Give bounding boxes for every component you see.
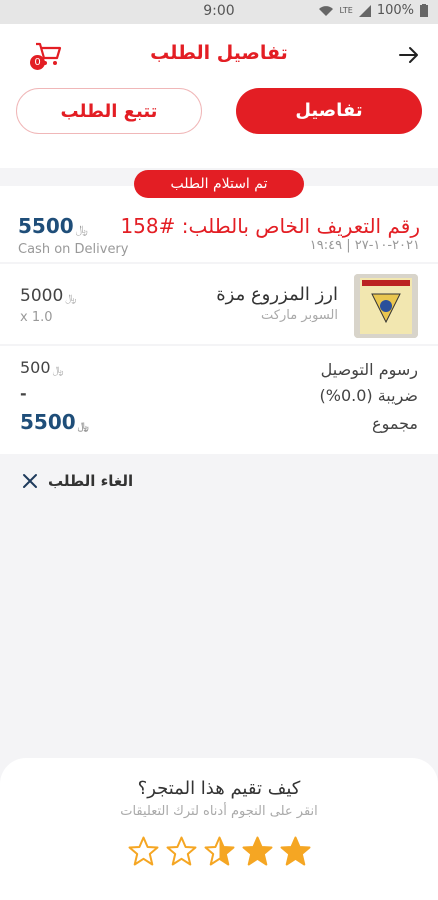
tab-track-order[interactable]: تتبع الطلب bbox=[16, 88, 202, 134]
rating-question: كيف تقيم هذا المتجر؟ bbox=[137, 778, 301, 799]
close-icon bbox=[23, 474, 37, 488]
star-rating[interactable] bbox=[128, 836, 311, 867]
currency-symbol: ﷼ bbox=[77, 421, 89, 432]
network-label: LTE bbox=[339, 6, 353, 15]
delivery-fee-label: رسوم التوصيل bbox=[320, 360, 418, 379]
battery-label: 100% bbox=[376, 3, 414, 18]
total-amount: 5500 bbox=[20, 410, 76, 434]
item-store: السوبر ماركت bbox=[261, 308, 338, 323]
currency-symbol: ﷼ bbox=[52, 365, 64, 376]
order-status-badge: تم استلام الطلب bbox=[134, 170, 304, 198]
order-summary: رسوم التوصيل 500 ﷼ ضريبة (0.0%) - مجموع 5… bbox=[0, 346, 438, 454]
order-date: ٢٠٢١-١٠-٢٧ | ١٩:٤٩ bbox=[309, 238, 420, 253]
order-id: رقم التعريف الخاص بالطلب: #158 bbox=[120, 214, 420, 238]
payment-method: Cash on Delivery bbox=[18, 242, 129, 257]
status-icons: LTE 100% bbox=[318, 3, 428, 18]
item-name: ارز المزروع مزة bbox=[216, 284, 338, 305]
tax-value: - bbox=[20, 384, 27, 403]
cancel-order-label: الغاء الطلب bbox=[48, 472, 134, 490]
back-arrow-icon[interactable] bbox=[398, 44, 420, 66]
app-bar: تفاصيل الطلب 0 bbox=[0, 24, 438, 88]
delivery-fee-value: 500 ﷼ bbox=[20, 358, 64, 377]
order-item: ارز المزروع مزة السوبر ماركت 5000 ﷼ x 1.0 bbox=[0, 264, 438, 344]
order-total: 5500 ﷼ bbox=[18, 214, 88, 238]
star-icon[interactable] bbox=[280, 836, 311, 867]
delivery-fee-amount: 500 bbox=[20, 358, 51, 377]
status-bar: 9:00 LTE 100% bbox=[0, 0, 438, 24]
star-icon[interactable] bbox=[204, 836, 235, 867]
cancel-order-button[interactable]: الغاء الطلب bbox=[22, 468, 133, 494]
tax-label: ضريبة (0.0%) bbox=[319, 386, 418, 405]
total-value: 5500 ﷼ bbox=[20, 410, 89, 434]
page-title: تفاصيل الطلب bbox=[150, 42, 288, 64]
currency-symbol: ﷼ bbox=[75, 223, 88, 236]
battery-icon bbox=[420, 4, 428, 17]
tab-details[interactable]: تفاصيل bbox=[236, 88, 422, 134]
tabs-container: تفاصيل تتبع الطلب bbox=[0, 88, 438, 168]
wifi-icon bbox=[318, 5, 333, 16]
product-image bbox=[354, 274, 418, 338]
currency-symbol: ﷼ bbox=[65, 293, 77, 304]
star-icon[interactable] bbox=[128, 836, 159, 867]
item-price-value: 5000 bbox=[20, 286, 64, 306]
item-quantity: x 1.0 bbox=[20, 310, 53, 325]
item-price: 5000 ﷼ bbox=[20, 286, 76, 306]
star-icon[interactable] bbox=[166, 836, 197, 867]
rating-panel: كيف تقيم هذا المتجر؟ انقر على النجوم أدن… bbox=[0, 758, 438, 900]
star-icon[interactable] bbox=[242, 836, 273, 867]
total-label: مجموع bbox=[372, 414, 418, 433]
cart-count-badge: 0 bbox=[30, 55, 45, 70]
order-total-value: 5500 bbox=[18, 214, 74, 238]
signal-icon bbox=[358, 4, 371, 17]
product-image-graphic bbox=[354, 274, 418, 338]
rating-hint: انقر على النجوم أدناه لترك التعليقات bbox=[120, 804, 318, 819]
